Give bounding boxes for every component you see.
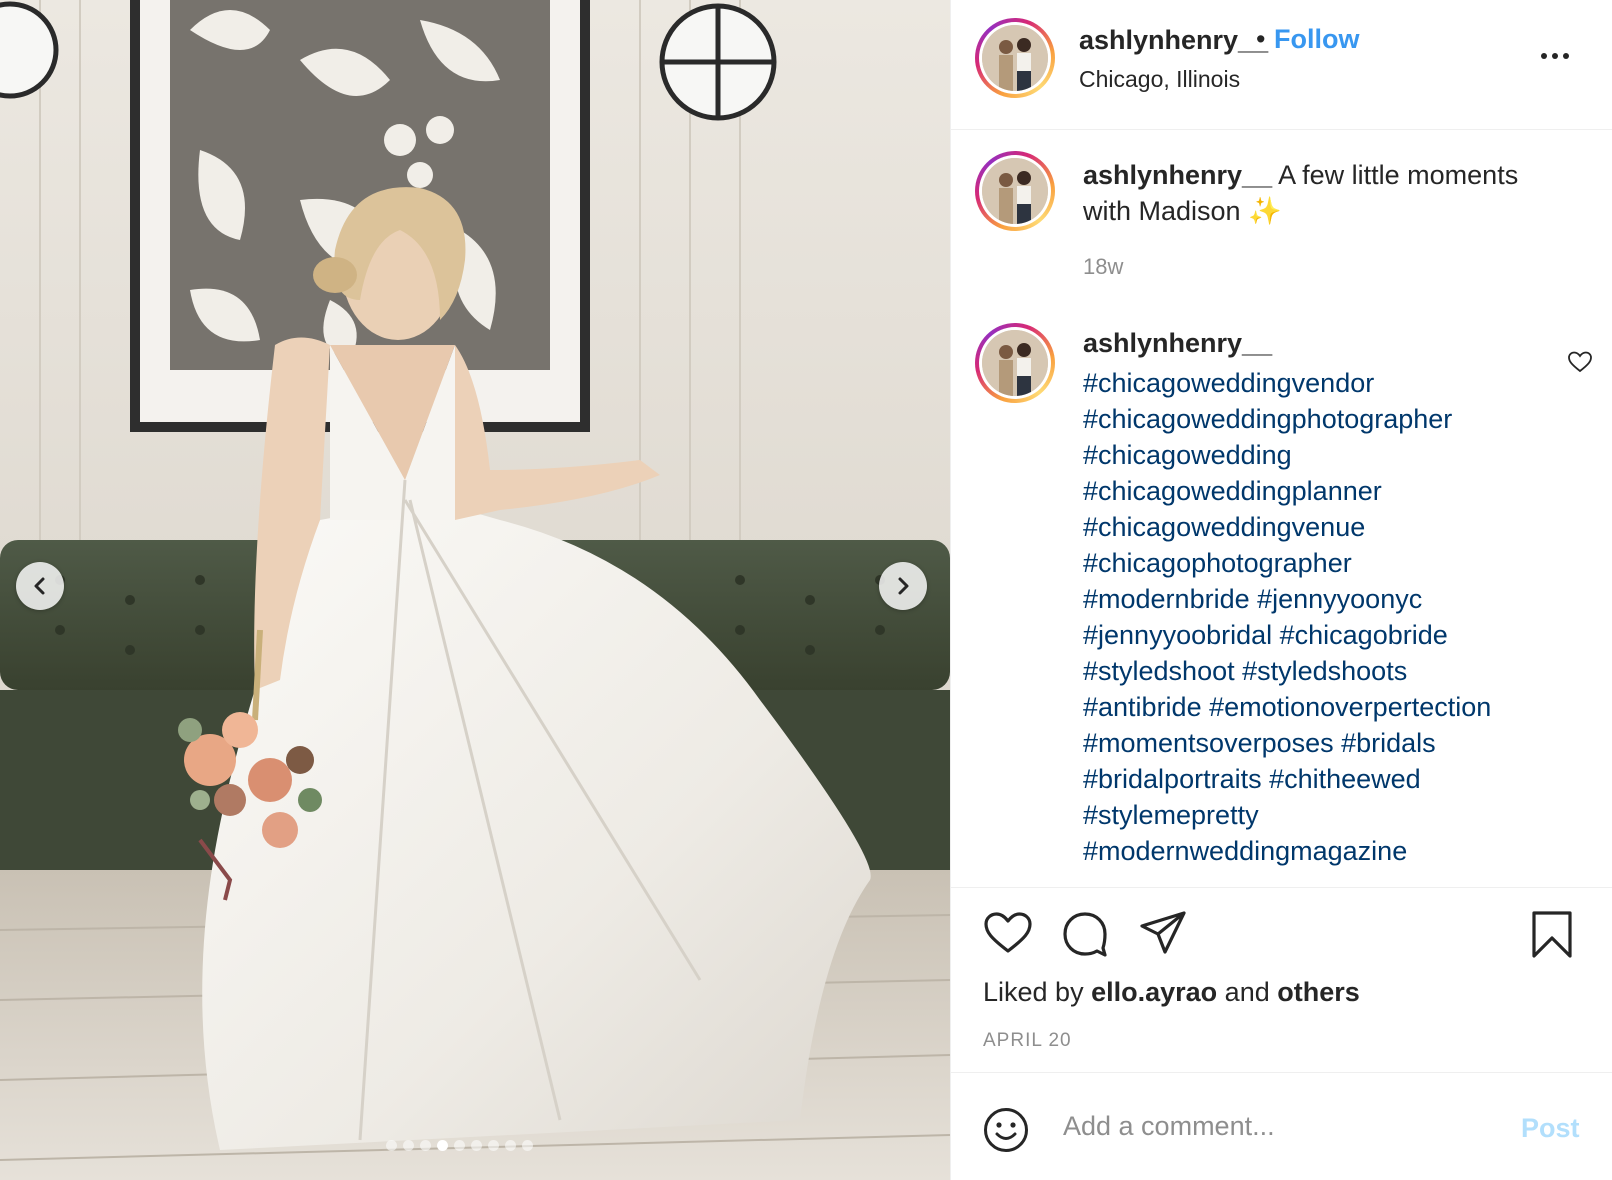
follow-button[interactable]: Follow bbox=[1274, 24, 1359, 55]
likes-prefix: Liked by bbox=[983, 977, 1084, 1007]
hashtag-line[interactable]: #bridalportraits #chitheewed bbox=[1083, 761, 1583, 797]
carousel-next-button[interactable] bbox=[879, 562, 927, 610]
post-location[interactable]: Chicago, Illinois bbox=[1079, 66, 1240, 93]
carousel-dot bbox=[522, 1140, 533, 1151]
hashtag-line[interactable]: #chicagoweddingphotographer bbox=[1083, 401, 1583, 437]
avatar-photo bbox=[982, 330, 1048, 396]
hashtag-line[interactable]: #momentsoverposes #bridals bbox=[1083, 725, 1583, 761]
carousel-dot bbox=[403, 1140, 414, 1151]
caption-text-block: ashlynhenry__ A few little moments with … bbox=[1083, 157, 1563, 229]
bookmark-icon[interactable] bbox=[1530, 910, 1574, 960]
carousel-dot bbox=[488, 1140, 499, 1151]
carousel-dot bbox=[471, 1140, 482, 1151]
author-avatar[interactable] bbox=[975, 18, 1055, 98]
comment-username[interactable]: ashlynhenry__ bbox=[1083, 328, 1272, 359]
carousel-prev-button[interactable] bbox=[16, 562, 64, 610]
post-actions: Liked by ello.ayrao and others APRIL 20 bbox=[951, 887, 1612, 1072]
hashtag-line[interactable]: #jennyyoobridal #chicagobride bbox=[1083, 617, 1583, 653]
carousel-indicator bbox=[386, 1140, 533, 1151]
hashtag-line[interactable]: #modernweddingmagazine bbox=[1083, 833, 1583, 869]
comment-input[interactable] bbox=[1063, 1101, 1493, 1151]
hashtag-line[interactable]: #stylemepretty bbox=[1083, 797, 1583, 833]
carousel-dot bbox=[505, 1140, 516, 1151]
separator-dot: • bbox=[1256, 24, 1266, 54]
heart-icon[interactable] bbox=[983, 910, 1033, 956]
liked-by-user[interactable]: ello.ayrao bbox=[1091, 977, 1217, 1007]
paper-plane-icon[interactable] bbox=[1139, 910, 1187, 956]
likes-conjunction: and bbox=[1224, 977, 1270, 1007]
hashtag-line[interactable]: #chicagoweddingvenue bbox=[1083, 509, 1583, 545]
post-panel: ashlynhenry__ • Follow Chicago, Illinois… bbox=[950, 0, 1612, 1180]
hashtag-line[interactable]: #chicagoweddingvendor bbox=[1083, 365, 1583, 401]
hashtag-line[interactable]: #antibride #emotionoverpertection bbox=[1083, 689, 1583, 725]
liked-by-others-link[interactable]: others bbox=[1277, 977, 1360, 1007]
hashtag-list: #chicagoweddingvendor #chicagoweddingphot… bbox=[1083, 365, 1583, 869]
carousel-dot bbox=[437, 1140, 448, 1151]
caption-timestamp[interactable]: 18w bbox=[1083, 254, 1123, 280]
comment-avatar[interactable] bbox=[975, 323, 1055, 403]
carousel-dot bbox=[386, 1140, 397, 1151]
more-options-icon[interactable] bbox=[1541, 45, 1569, 67]
hashtag-line[interactable]: #modernbride #jennyyoonyc bbox=[1083, 581, 1583, 617]
avatar-photo bbox=[982, 158, 1048, 224]
post-media[interactable] bbox=[0, 0, 950, 1180]
add-comment-form: Post bbox=[951, 1072, 1612, 1180]
chevron-right-icon bbox=[898, 577, 909, 595]
comment-bubble-icon[interactable] bbox=[1061, 910, 1109, 958]
hashtag-line[interactable]: #chicagoweddingplanner bbox=[1083, 473, 1583, 509]
smiley-icon[interactable] bbox=[983, 1107, 1029, 1153]
comments-section: ashlynhenry__ A few little moments with … bbox=[951, 131, 1612, 886]
hashtag-line[interactable]: #chicagophotographer bbox=[1083, 545, 1583, 581]
caption-username[interactable]: ashlynhenry__ bbox=[1083, 160, 1272, 190]
hashtag-line[interactable]: #styledshoot #styledshoots bbox=[1083, 653, 1583, 689]
caption-avatar[interactable] bbox=[975, 151, 1055, 231]
post-comment-button[interactable]: Post bbox=[1521, 1113, 1580, 1144]
post-date[interactable]: APRIL 20 bbox=[983, 1030, 1072, 1052]
likes-summary: Liked by ello.ayrao and others bbox=[983, 977, 1360, 1008]
chevron-left-icon bbox=[34, 577, 45, 595]
hashtag-line[interactable]: #chicagowedding bbox=[1083, 437, 1583, 473]
carousel-dot bbox=[454, 1140, 465, 1151]
like-comment-heart-icon[interactable] bbox=[1567, 350, 1593, 374]
carousel-dot bbox=[420, 1140, 431, 1151]
author-username[interactable]: ashlynhenry__ bbox=[1079, 25, 1268, 56]
avatar-photo bbox=[982, 25, 1048, 91]
post-header: ashlynhenry__ • Follow Chicago, Illinois bbox=[951, 0, 1612, 130]
wedding-dress-photo bbox=[0, 0, 950, 1180]
